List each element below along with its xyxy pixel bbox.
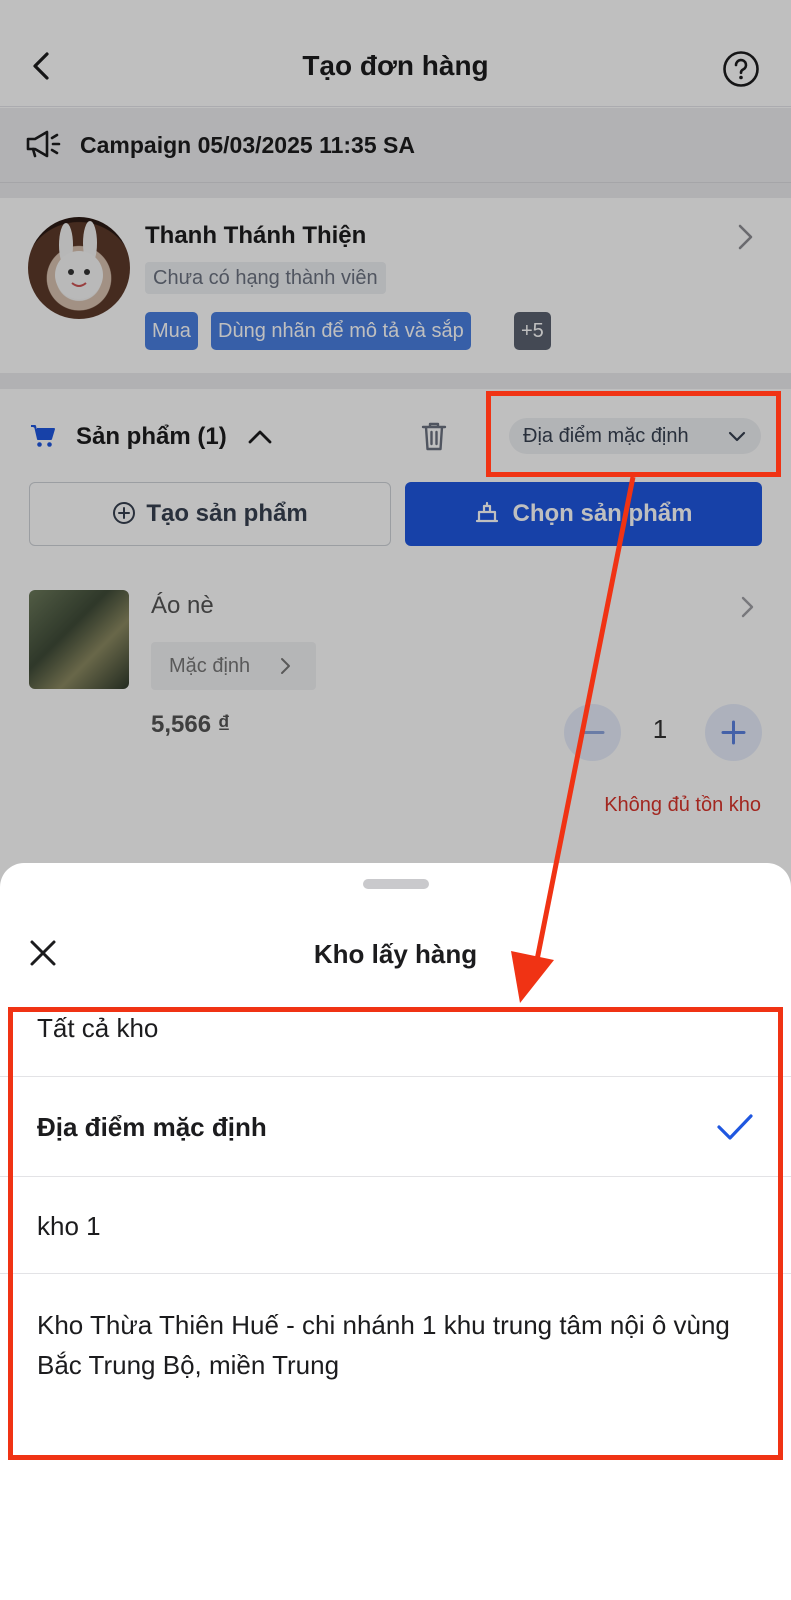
annotation-arrow (511, 476, 636, 1003)
screen: Tạo đơn hàng Campaign 05/03/2025 11:35 S… (0, 0, 791, 1600)
